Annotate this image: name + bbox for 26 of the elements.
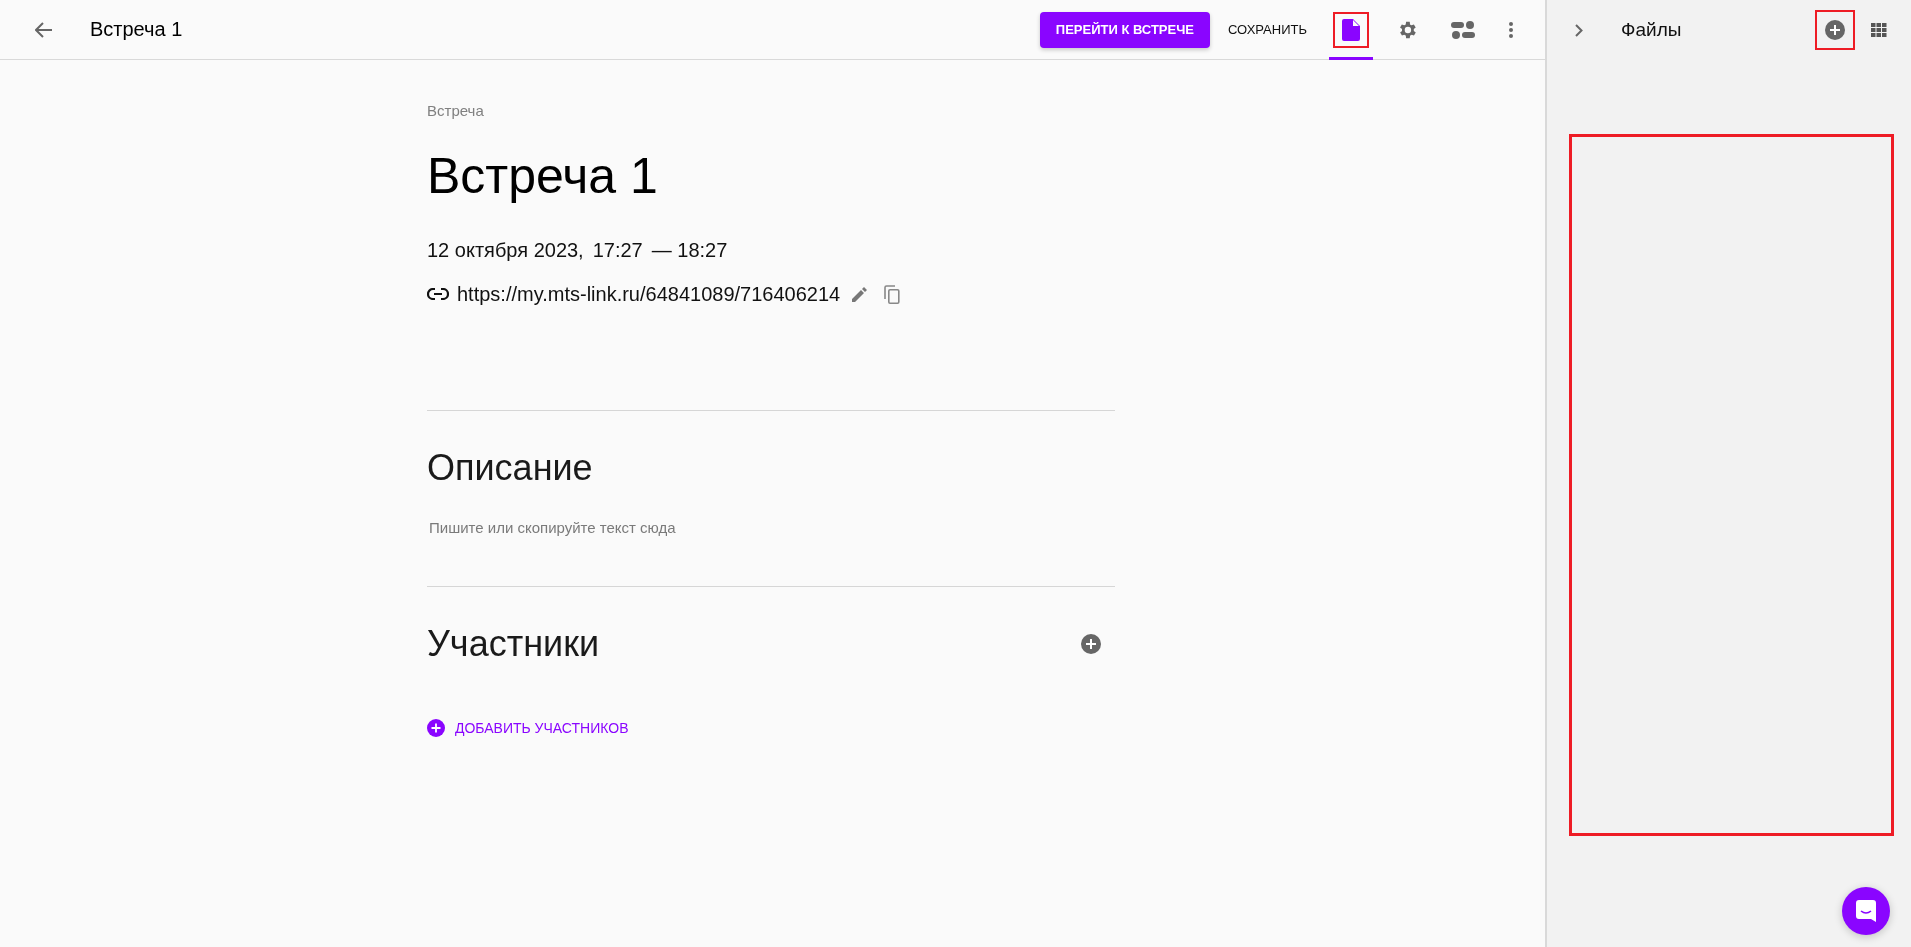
description-placeholder[interactable]: Пишите или скопируйте текст сюда [429, 519, 1115, 536]
add-participants-link[interactable]: ДОБАВИТЬ УЧАСТНИКОВ [427, 719, 629, 737]
description-heading: Описание [427, 447, 594, 489]
plus-circle-icon [1081, 634, 1101, 654]
chat-button[interactable] [1842, 887, 1890, 935]
participants-heading: Участники [427, 623, 599, 665]
back-arrow-icon [35, 21, 53, 38]
chat-icon [1856, 900, 1876, 922]
meeting-title: Встреча 1 [427, 147, 659, 205]
save-button[interactable]: СОХРАНИТЬ [1226, 14, 1309, 45]
breadcrumb: Встреча [427, 102, 485, 119]
page-title: Встреча 1 [90, 18, 184, 41]
copy-icon [884, 284, 901, 304]
grid-icon [1871, 23, 1887, 37]
link-icon [427, 288, 449, 300]
meeting-date: 12 октября 2023, [427, 239, 584, 262]
end-time: — 18:27 [651, 239, 728, 262]
start-time: 17:27 [592, 239, 643, 262]
document-icon [1342, 18, 1360, 41]
chevron-right-icon [1575, 23, 1583, 37]
pencil-icon [852, 286, 869, 302]
layout-icon [1451, 19, 1475, 40]
join-meeting-button[interactable]: ПЕРЕЙТИ К ВСТРЕЧЕ [1039, 11, 1210, 48]
panel-title: Файлы [1621, 19, 1683, 41]
plus-circle-icon [427, 719, 445, 737]
more-vertical-icon [1509, 21, 1513, 38]
